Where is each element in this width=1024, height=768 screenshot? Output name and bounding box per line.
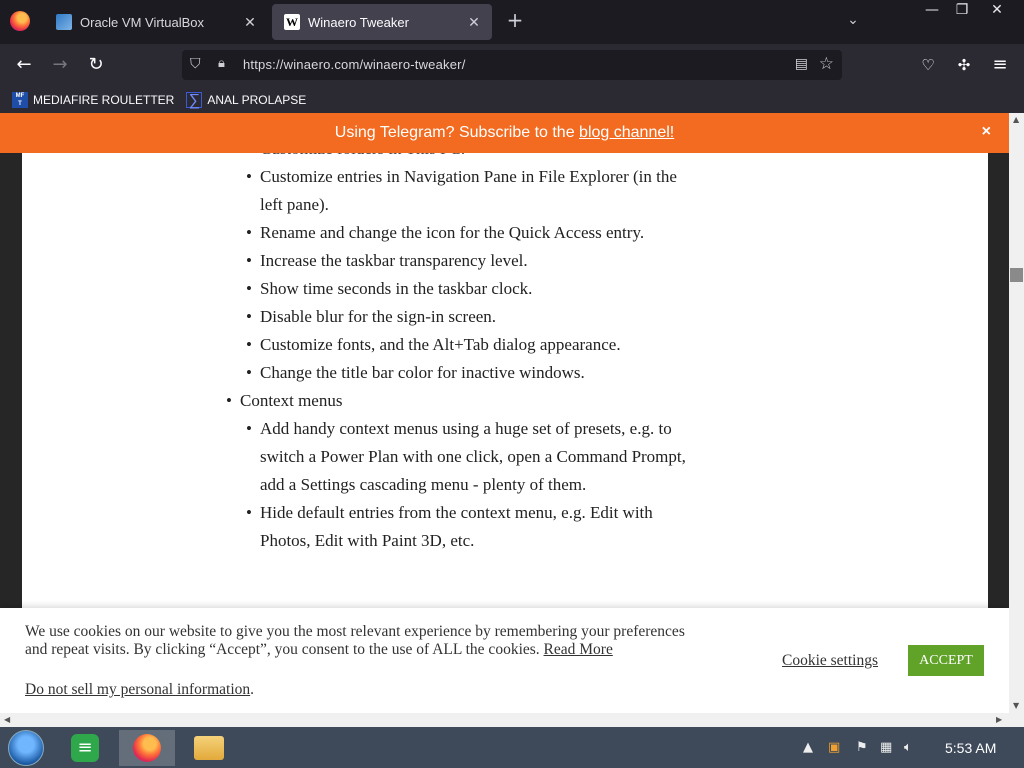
folder-icon (194, 736, 224, 760)
vertical-scrollbar[interactable]: ▲ ▼ (1009, 113, 1024, 713)
tab-title: Oracle VM VirtualBox (80, 14, 205, 30)
cookie-message: We use cookies on our website to give yo… (25, 623, 695, 659)
taskbar-app-firefox[interactable] (119, 730, 175, 766)
tab-virtualbox[interactable]: Oracle VM VirtualBox ✕ (44, 4, 268, 40)
start-button[interactable] (8, 730, 44, 766)
taskbar-app-explorer[interactable] (181, 730, 237, 766)
tab-strip: Oracle VM VirtualBox ✕ W Winaero Tweaker… (0, 0, 1024, 44)
scroll-right-icon[interactable]: ▶ (996, 715, 1002, 724)
back-icon[interactable]: ← (12, 53, 36, 77)
list-item: Rename and change the icon for the Quick… (226, 219, 696, 247)
reader-view-icon[interactable]: ▤ (795, 56, 808, 72)
close-window-button[interactable]: ✕ (980, 0, 1014, 22)
bookmarks-toolbar: MF T MEDIAFIRE ROULETTER ∑ ANAL PROLAPSE (0, 86, 1024, 113)
list-item: Customize fonts, and the Alt+Tab dialog … (226, 331, 696, 359)
list-item: Increase the taskbar transparency level. (226, 247, 696, 275)
menu-icon[interactable]: ≡ (988, 53, 1012, 77)
bookmark-star-icon[interactable]: ☆ (819, 54, 834, 74)
list-item: Customize entries in Navigation Pane in … (226, 163, 696, 219)
tab-title: Winaero Tweaker (308, 14, 409, 30)
winaero-icon: W (284, 14, 300, 30)
lock-icon[interactable]: 🔒︎ (218, 56, 232, 74)
do-not-sell-link[interactable]: Do not sell my personal information (25, 681, 250, 698)
feature-list: Customize folders in This PC. Customize … (226, 135, 696, 555)
close-banner-icon[interactable]: × (982, 123, 991, 141)
bookmark-second[interactable]: ∑ ANAL PROLAPSE (186, 91, 307, 108)
scroll-left-icon[interactable]: ◀ (4, 715, 10, 724)
minimize-button[interactable]: — (915, 0, 949, 22)
mediafire-icon: MF T (12, 91, 28, 108)
close-tab-icon[interactable]: ✕ (240, 14, 260, 31)
forward-icon[interactable]: → (48, 53, 72, 77)
flag-icon[interactable]: ⚑ (856, 740, 868, 755)
volume-icon[interactable]: 🔈︎ (904, 740, 912, 755)
url-text[interactable]: https://winaero.com/winaero-tweaker/ (243, 57, 466, 72)
network-icon[interactable]: ▦ (880, 740, 892, 755)
firefox-icon (133, 734, 161, 762)
new-tab-button[interactable]: + (504, 10, 526, 32)
show-hidden-icons[interactable]: ▲ (803, 740, 813, 755)
tray-app-icon[interactable]: ▣ (828, 740, 840, 755)
sigma-icon: ∑ (186, 91, 203, 108)
bookmark-label: MEDIAFIRE ROULETTER (33, 92, 175, 107)
list-item: Hide default entries from the context me… (226, 499, 696, 555)
list-item: Show time seconds in the taskbar clock. (226, 275, 696, 303)
do-not-sell-period: . (250, 681, 255, 698)
list-item: Add handy context menus using a huge set… (226, 415, 696, 499)
list-tabs-icon[interactable]: ⌄ (842, 12, 864, 32)
list-item: Change the title bar color for inactive … (226, 359, 696, 387)
virtualbox-icon (56, 14, 72, 30)
scroll-thumb[interactable] (1010, 268, 1023, 282)
telegram-banner: Using Telegram? Subscribe to the blog ch… (0, 113, 1009, 153)
bookmark-mediafire[interactable]: MF T MEDIAFIRE ROULETTER (12, 91, 175, 108)
banner-link[interactable]: blog channel! (579, 124, 674, 141)
firefox-icon[interactable] (10, 11, 30, 31)
list-item: Disable blur for the sign-in screen. (226, 303, 696, 331)
windows-taskbar: ≡ ▲ ▣ ⚑ ▦ 🔈︎ 5:53 AM (0, 727, 1024, 768)
clock[interactable]: 5:53 AM (945, 740, 996, 756)
notes-icon: ≡ (71, 734, 99, 762)
do-not-sell-wrap: Do not sell my personal information. (25, 681, 254, 699)
read-more-link[interactable]: Read More (544, 641, 613, 658)
cookie-consent-bar: We use cookies on our website to give yo… (0, 608, 1009, 713)
cookie-settings-link[interactable]: Cookie settings (782, 652, 878, 670)
scroll-down-icon[interactable]: ▼ (1013, 701, 1019, 710)
horizontal-scrollbar[interactable]: ◀ ▶ (0, 713, 1024, 727)
section-item-context-menus: Context menus (226, 387, 696, 415)
taskbar-app-notes[interactable]: ≡ (57, 730, 113, 766)
pocket-icon[interactable]: ♡ (916, 53, 940, 77)
banner-text-wrap: Using Telegram? Subscribe to the blog ch… (0, 124, 1009, 142)
page-viewport: Using Telegram? Subscribe to the blog ch… (0, 113, 1009, 713)
accept-button[interactable]: ACCEPT (908, 645, 984, 676)
banner-text: Using Telegram? Subscribe to the (334, 124, 580, 141)
reload-icon[interactable]: ↻ (84, 53, 108, 77)
address-bar[interactable]: ⛉ 🔒︎ https://winaero.com/winaero-tweaker… (182, 50, 842, 80)
bookmark-label: ANAL PROLAPSE (207, 92, 307, 107)
scroll-up-icon[interactable]: ▲ (1013, 115, 1019, 124)
restore-button[interactable]: ❐ (945, 0, 979, 22)
article-body: Customize folders in This PC. Customize … (226, 135, 696, 555)
close-tab-icon[interactable]: ✕ (464, 14, 484, 31)
extensions-icon[interactable]: ✣ (952, 53, 976, 77)
tab-winaero[interactable]: W Winaero Tweaker ✕ (272, 4, 492, 40)
navigation-toolbar: ← → ↻ ⛉ 🔒︎ https://winaero.com/winaero-t… (0, 44, 1024, 86)
browser-window: Oracle VM VirtualBox ✕ W Winaero Tweaker… (0, 0, 1024, 768)
tracking-protection-icon[interactable]: ⛉ (190, 56, 206, 74)
